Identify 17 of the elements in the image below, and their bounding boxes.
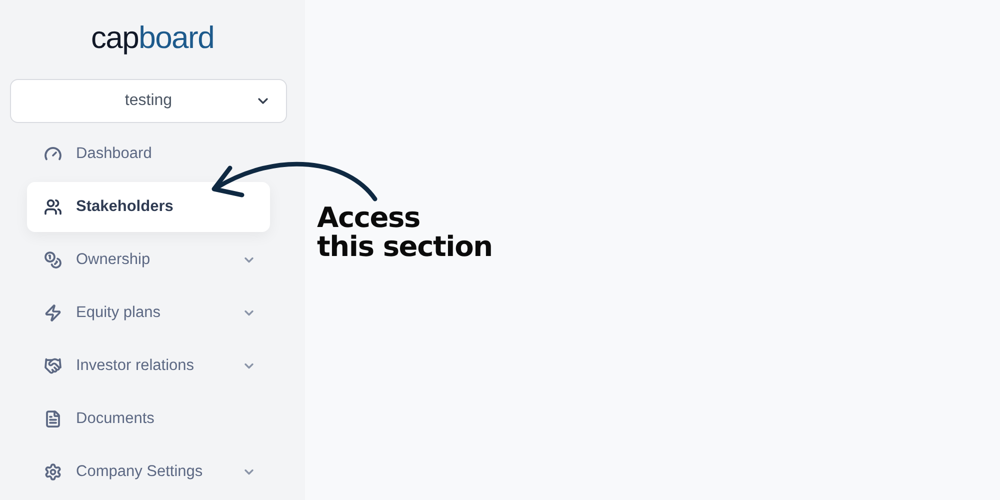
logo: capboard — [90, 22, 214, 52]
nav-item[interactable]: Dashboard — [27, 128, 270, 178]
nav-item[interactable]: Equity plans — [27, 288, 270, 338]
coins-icon — [44, 250, 62, 268]
annotation-text: Access this section — [317, 203, 492, 261]
nav-item[interactable]: Ownership — [27, 234, 270, 284]
nav-item[interactable]: Stakeholders — [27, 182, 270, 232]
settings-icon — [44, 462, 62, 480]
lightning-icon — [44, 304, 62, 322]
users-icon — [44, 198, 62, 216]
nav-item[interactable]: Investor relations — [27, 340, 270, 390]
handshake-icon — [44, 356, 62, 374]
document-icon — [44, 410, 62, 428]
nav-item[interactable]: Company Settings — [27, 446, 270, 496]
company-select[interactable]: testing — [10, 79, 287, 123]
gauge-icon — [44, 144, 62, 162]
nav-item[interactable]: Documents — [27, 394, 270, 444]
